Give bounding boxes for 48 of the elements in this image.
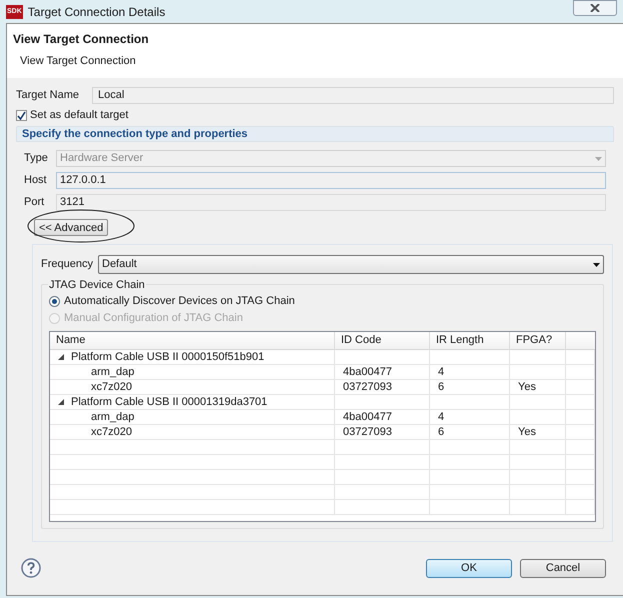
port-field[interactable]: 3121 [56, 194, 606, 211]
window-title: Target Connection Details [28, 4, 166, 20]
table-cell-text: 6 [438, 424, 444, 440]
field-label: Frequency [41, 257, 94, 272]
table-cell-text: Yes [518, 380, 536, 395]
column-header[interactable]: IR Length [436, 332, 484, 349]
radio-label: Manual Configuration of JTAG Chain [64, 311, 243, 326]
checkbox-label: Set as default target [30, 108, 128, 123]
column-header[interactable]: Name [56, 332, 86, 349]
close-button[interactable] [573, 0, 617, 16]
frequency-dropdown[interactable]: Default [98, 255, 604, 274]
checkbox[interactable] [16, 110, 27, 120]
expanded-triangle-icon[interactable] [58, 354, 64, 360]
field-label: Host [24, 173, 48, 188]
field-label: Port [24, 195, 46, 210]
table-cell-text: 4ba00477 [343, 410, 392, 425]
cancel-button[interactable]: Cancel [520, 558, 606, 578]
target-name-field[interactable]: Local [92, 87, 614, 104]
advanced-button[interactable]: << Advanced [34, 218, 108, 236]
dropdown-arrow-icon [593, 262, 600, 266]
radio-label: Automatically Discover Devices on JTAG Chain [64, 294, 295, 310]
header-subtitle: View Target Connection [20, 54, 137, 69]
field-label: Type [24, 151, 49, 166]
help-icon[interactable] [21, 558, 41, 578]
tree-item-label[interactable]: xc7z020 [91, 424, 132, 440]
header-title: View Target Connection [13, 31, 150, 48]
column-header[interactable]: FPGA? [516, 332, 552, 349]
table-cell-text: Yes [518, 424, 536, 440]
table-cell-text: 4 [438, 410, 444, 425]
table-cell-text: 03727093 [343, 380, 392, 395]
dropdown-arrow-icon [595, 156, 602, 160]
table-cell-text: 03727093 [343, 424, 392, 440]
column-header[interactable]: ID Code [341, 332, 382, 349]
tree-item-label[interactable]: Platform Cable USB II 0000150f51b901 [71, 348, 264, 366]
table-cell-text: 6 [438, 380, 444, 395]
tree-item-label[interactable]: Platform Cable USB II 00001319da3701 [71, 394, 268, 410]
field-label: Target Name [16, 88, 80, 104]
expanded-triangle-icon[interactable] [58, 399, 64, 405]
tree-item-label[interactable]: arm_dap [91, 364, 134, 380]
section-header: Specify the connection type and properties [16, 126, 614, 142]
table-cell-text: 4 [438, 364, 444, 380]
ok-button[interactable]: OK [426, 558, 512, 578]
tree-item-label[interactable]: arm_dap [91, 408, 134, 426]
radio-button[interactable] [49, 296, 60, 307]
table-cell-text: 4ba00477 [343, 364, 392, 380]
close-icon [590, 4, 600, 12]
host-field[interactable]: 127.0.0.1 [56, 172, 606, 189]
tree-item-label[interactable]: xc7z020 [91, 378, 132, 396]
